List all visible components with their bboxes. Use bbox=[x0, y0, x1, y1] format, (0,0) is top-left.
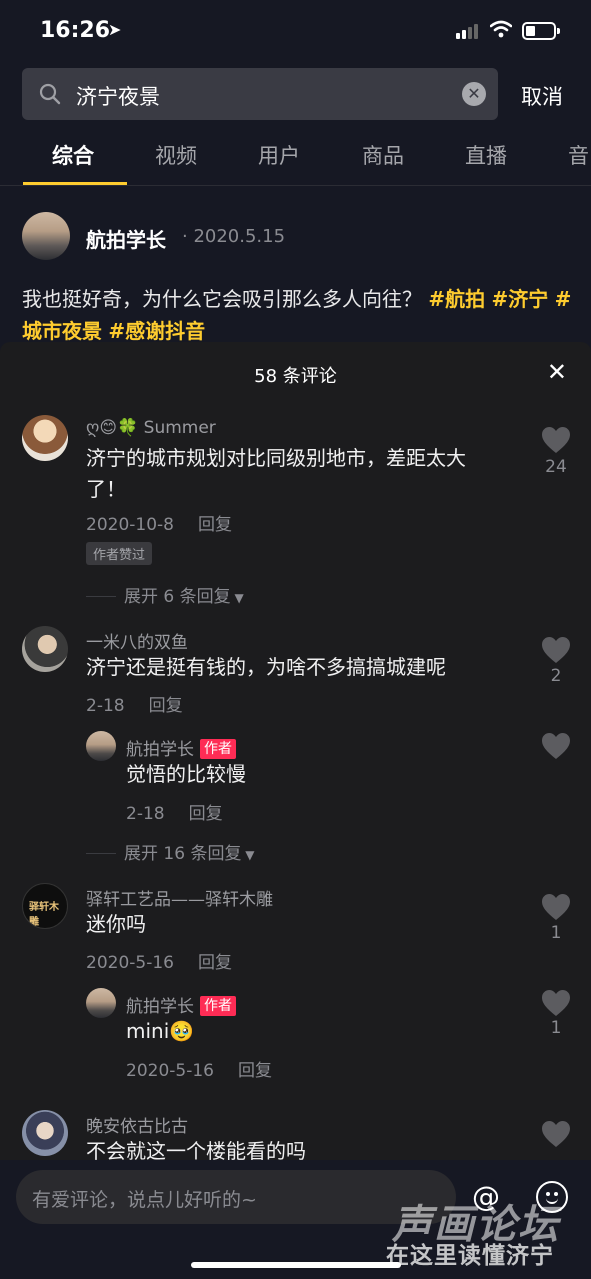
author-liked-badge: 作者赞过 bbox=[86, 542, 153, 565]
commenter-avatar[interactable]: 驿轩木雕 bbox=[22, 883, 68, 929]
reply-meta: 2-18 回复 bbox=[126, 799, 223, 824]
search-input[interactable]: 济宁夜景 ✕ bbox=[22, 68, 498, 120]
search-tabs: 综合 视频 用户 商品 直播 音 bbox=[0, 140, 591, 186]
caret-down-icon: ▼ bbox=[241, 848, 255, 862]
heart-icon[interactable] bbox=[541, 732, 571, 760]
reply-meta: 2020-5-16 回复 bbox=[126, 1056, 272, 1081]
replier-avatar[interactable] bbox=[86, 988, 116, 1018]
clear-icon[interactable]: ✕ bbox=[462, 82, 486, 106]
reply-button[interactable]: 回复 bbox=[198, 953, 232, 973]
comment-text: 济宁还是挺有钱的，为啥不多搞搞城建呢 bbox=[86, 655, 446, 679]
post-caption: 我也挺好奇，为什么它会吸引那么多人向往？ #航拍 #济宁 #城市夜景 #感谢抖音 bbox=[22, 283, 572, 347]
post-caption-text: 我也挺好奇，为什么它会吸引那么多人向往？ bbox=[22, 287, 422, 311]
reply-button[interactable]: 回复 bbox=[198, 515, 232, 535]
post-author-avatar[interactable] bbox=[22, 212, 70, 260]
commenter-name[interactable]: 一米八的双鱼 bbox=[86, 628, 188, 653]
reply-date: 2-18 bbox=[126, 804, 165, 824]
close-icon[interactable]: ✕ bbox=[547, 358, 567, 386]
hashtag[interactable]: #航拍 bbox=[428, 287, 485, 311]
search-icon bbox=[39, 83, 61, 105]
post-author-name[interactable]: 航拍学长 bbox=[86, 224, 166, 253]
reply-button[interactable]: 回复 bbox=[149, 696, 183, 716]
heart-icon[interactable] bbox=[541, 893, 571, 921]
replier-avatar[interactable] bbox=[86, 731, 116, 761]
comment-text-line: 了！ bbox=[86, 477, 126, 501]
expand-replies-label: 展开 6 条回复 bbox=[124, 587, 231, 607]
tab-live[interactable]: 直播 bbox=[465, 140, 507, 170]
status-time: 16:26 bbox=[40, 18, 111, 43]
commenter-name[interactable]: 晚安依古比古 bbox=[86, 1112, 188, 1137]
comment-date: 2020-10-8 bbox=[86, 515, 174, 535]
author-badge: 作者 bbox=[200, 739, 236, 759]
expand-replies-button[interactable]: 展开 16 条回复 ▼ bbox=[86, 839, 255, 864]
like-count: 2 bbox=[550, 666, 562, 686]
comment-text-line: 济宁的城市规划对比同级别地市，差距太大 bbox=[86, 446, 466, 470]
tab-all[interactable]: 综合 bbox=[52, 140, 94, 170]
tab-products[interactable]: 商品 bbox=[362, 140, 404, 170]
battery-icon bbox=[522, 22, 560, 40]
active-tab-indicator bbox=[23, 182, 127, 185]
commenter-avatar[interactable] bbox=[22, 1110, 68, 1156]
watermark-line2: 在这里读懂济宁 bbox=[386, 1243, 554, 1269]
reply-text: 觉悟的比较慢 bbox=[126, 762, 246, 786]
comment-meta: 2020-10-8 回复 bbox=[86, 510, 232, 535]
reply-text: mini🥹 bbox=[126, 1019, 195, 1043]
replier-name-text: 航拍学长 bbox=[126, 740, 194, 760]
commenter-avatar[interactable] bbox=[22, 415, 68, 461]
comment-text: 迷你吗 bbox=[86, 912, 146, 936]
heart-icon[interactable] bbox=[541, 1120, 571, 1148]
tab-users[interactable]: 用户 bbox=[258, 140, 300, 170]
reply-button[interactable]: 回复 bbox=[238, 1061, 272, 1081]
replier-name[interactable]: 航拍学长 作者 bbox=[126, 735, 236, 760]
wifi-icon bbox=[490, 20, 512, 38]
comments-count-title: 58 条评论 bbox=[254, 366, 337, 387]
status-bar: 16:26 ➤ bbox=[0, 0, 591, 62]
like-count: 24 bbox=[545, 457, 567, 477]
commenter-avatar[interactable] bbox=[22, 626, 68, 672]
comment-meta: 2020-5-16 回复 bbox=[86, 948, 232, 973]
cancel-button[interactable]: 取消 bbox=[521, 81, 563, 111]
like-count: 1 bbox=[550, 923, 562, 943]
tab-music[interactable]: 音 bbox=[568, 140, 589, 170]
comments-sheet: 58 条评论 ✕ ღ😊🍀 Summer 济宁的城市规划对比同级别地市，差距太大 … bbox=[0, 342, 591, 1279]
author-badge: 作者 bbox=[200, 996, 236, 1016]
commenter-name[interactable]: ღ😊🍀 Summer bbox=[86, 418, 216, 438]
hashtag[interactable]: #感谢抖音 bbox=[108, 319, 205, 343]
location-arrow-icon: ➤ bbox=[108, 20, 122, 39]
tab-videos[interactable]: 视频 bbox=[155, 140, 197, 170]
comment-text: 济宁的城市规划对比同级别地市，差距太大 了！ bbox=[86, 443, 506, 505]
comment-date: 2-18 bbox=[86, 696, 125, 716]
replier-name-text: 航拍学长 bbox=[126, 997, 194, 1017]
comment-date: 2020-5-16 bbox=[86, 953, 174, 973]
expand-replies-label: 展开 16 条回复 bbox=[124, 844, 242, 864]
commenter-name[interactable]: 驿轩工艺品——驿轩木雕 bbox=[86, 885, 273, 910]
comment-meta: 2-18 回复 bbox=[86, 691, 183, 716]
heart-icon[interactable] bbox=[541, 636, 571, 664]
hashtag[interactable]: #济宁 bbox=[491, 287, 548, 311]
watermark-logo: 声画论坛 在这里读懂济宁 bbox=[386, 1192, 586, 1272]
comment-input-placeholder: 有爱评论，说点儿好听的~ bbox=[32, 1189, 257, 1211]
search-query: 济宁夜景 bbox=[76, 85, 160, 109]
home-indicator[interactable] bbox=[191, 1262, 401, 1268]
replier-name[interactable]: 航拍学长 作者 bbox=[126, 992, 236, 1017]
heart-icon[interactable] bbox=[541, 989, 571, 1017]
caret-down-icon: ▼ bbox=[230, 591, 244, 605]
post-date: · 2020.5.15 bbox=[182, 226, 286, 247]
reply-button[interactable]: 回复 bbox=[189, 804, 223, 824]
reply-date: 2020-5-16 bbox=[126, 1061, 214, 1081]
cellular-signal-icon bbox=[456, 23, 480, 39]
like-count: 1 bbox=[550, 1018, 562, 1038]
heart-icon[interactable] bbox=[541, 426, 571, 454]
expand-replies-button[interactable]: 展开 6 条回复 ▼ bbox=[86, 582, 244, 607]
